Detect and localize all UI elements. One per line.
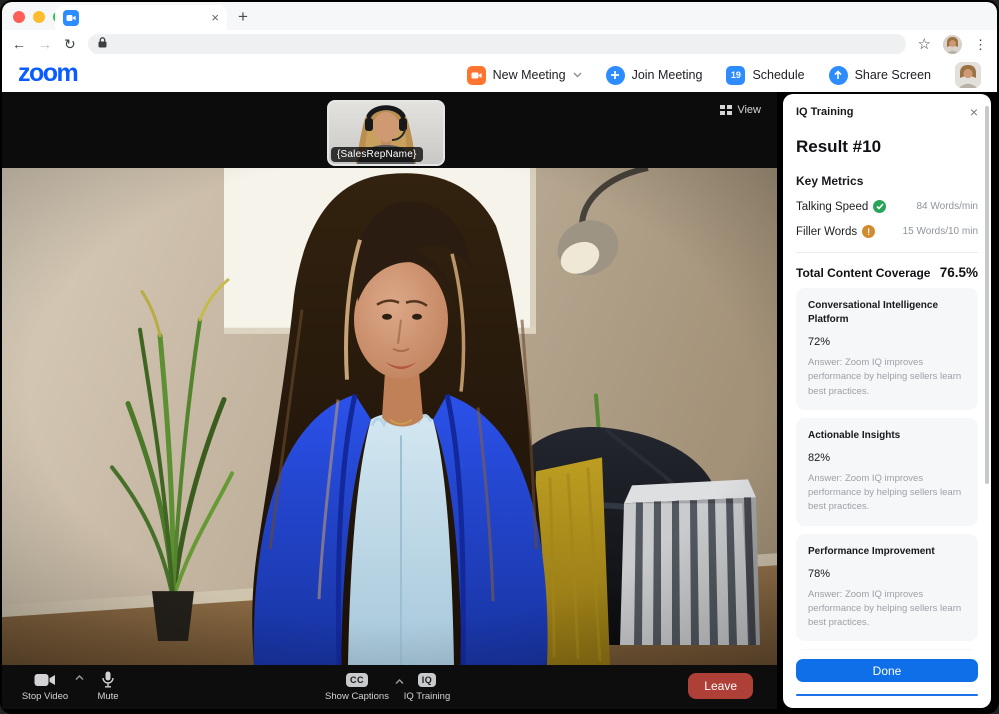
video-camera-icon [12,671,78,688]
panel-scroll-area[interactable]: Result #10 Key Metrics Talking Speed 84 … [783,123,991,650]
browser-tab[interactable]: × [55,5,227,30]
card-percent: 78% [808,568,966,580]
stop-video-button[interactable]: Stop Video [12,671,78,702]
view-button[interactable]: View [720,104,761,116]
metric-value: 84 Words/min [916,201,978,212]
self-video-thumbnail[interactable]: {SalesRepName} [327,100,445,166]
address-bar[interactable] [88,34,906,54]
done-button[interactable]: Done [796,659,978,682]
panel-footer-indicator [796,694,978,696]
stage-top-bar: {SalesRepName} View [2,92,777,168]
new-meeting-button[interactable]: New Meeting [467,66,582,85]
show-captions-button[interactable]: CC Show Captions [318,671,396,702]
microphone-icon [86,671,130,688]
close-tab-icon[interactable]: × [211,11,219,24]
leave-button[interactable]: Leave [688,673,753,699]
metric-row-talking-speed: Talking Speed 84 Words/min [796,200,978,213]
join-meeting-button[interactable]: Join Meeting [606,66,703,85]
browser-menu-icon[interactable]: ⋮ [974,38,987,51]
check-circle-icon [873,200,886,213]
card-answer: Answer: Zoom IQ improves performance by … [808,472,966,515]
total-coverage-value: 76.5% [940,265,978,280]
panel-footer: Done [783,650,991,708]
warning-circle-icon: ! [862,225,875,238]
reload-icon[interactable]: ↻ [64,37,76,51]
card-percent: 82% [808,452,966,464]
zoom-header: zoom New Meeting Join Meeting 19 Schedul… [2,58,997,92]
zoom-favicon [63,10,79,26]
plus-icon [606,66,625,85]
panel-title: IQ Training [796,106,853,118]
participant-name-label: {SalesRepName} [331,147,423,162]
iq-training-panel: IQ Training × Result #10 Key Metrics Tal… [783,94,991,708]
card-title: Conversational Intelligence Platform [808,299,966,327]
metric-value: 15 Words/10 min [903,226,978,237]
meeting-controls: Stop Video Mute CC Show Captions IQ IQ T… [2,665,777,709]
metric-row-filler-words: Filler Words ! 15 Words/10 min [796,225,978,238]
coverage-card: Performance Improvement 78% Answer: Zoom… [796,534,978,642]
forward-icon[interactable]: → [38,37,52,51]
bookmark-star-icon[interactable]: ☆ [918,37,931,52]
schedule-button[interactable]: 19 Schedule [726,66,804,85]
back-icon[interactable]: ← [12,37,26,51]
new-tab-button[interactable]: + [238,7,248,27]
lock-icon [98,35,107,53]
mute-button[interactable]: Mute [86,671,130,702]
cc-icon: CC [346,673,368,687]
key-metrics-heading: Key Metrics [796,174,978,188]
tab-strip: × + [2,2,997,30]
result-title: Result #10 [796,137,978,157]
meeting-stage: {SalesRepName} View [2,92,777,712]
browser-profile-avatar[interactable] [943,35,962,54]
card-title: Actionable Insights [808,429,966,443]
coverage-card: Actionable Insights 82% Answer: Zoom IQ … [796,418,978,526]
browser-chrome: × + ← → ↻ ☆ ⋮ [2,2,997,58]
participant-video-scene [2,168,777,665]
panel-divider [796,252,978,253]
arrow-up-icon [829,66,848,85]
participant-video [2,168,777,665]
coverage-card: Conversational Intelligence Platform 72%… [796,288,978,410]
panel-scrollbar[interactable] [985,106,989,484]
card-answer: Answer: Zoom IQ improves performance by … [808,588,966,631]
calendar-icon: 19 [726,66,745,85]
browser-toolbar: ← → ↻ ☆ ⋮ [2,30,997,58]
zoom-logo[interactable]: zoom [18,61,77,90]
gallery-view-icon [720,105,732,115]
zoom-header-actions: New Meeting Join Meeting 19 Schedule Sha… [467,62,981,88]
stop-video-chevron-icon[interactable] [75,675,84,681]
total-coverage-label: Total Content Coverage [796,266,930,280]
panel-header: IQ Training × [783,94,991,123]
chevron-down-icon [573,72,582,78]
card-percent: 72% [808,336,966,348]
iq-icon: IQ [418,673,437,687]
iq-training-button[interactable]: IQ IQ Training [396,671,458,702]
total-coverage-row: Total Content Coverage 76.5% [796,265,978,280]
share-screen-button[interactable]: Share Screen [829,66,931,85]
browser-window: × + ← → ↻ ☆ ⋮ zoom [0,0,999,714]
close-panel-icon[interactable]: × [970,105,978,119]
zoom-profile-avatar[interactable] [955,62,981,88]
minimize-window-button[interactable] [33,11,45,23]
toolbar-right: ☆ ⋮ [918,35,987,54]
meeting-app: {SalesRepName} View [2,92,997,712]
card-answer: Answer: Zoom IQ improves performance by … [808,356,966,399]
camera-icon [467,66,486,85]
card-title: Performance Improvement [808,545,966,559]
close-window-button[interactable] [13,11,25,23]
